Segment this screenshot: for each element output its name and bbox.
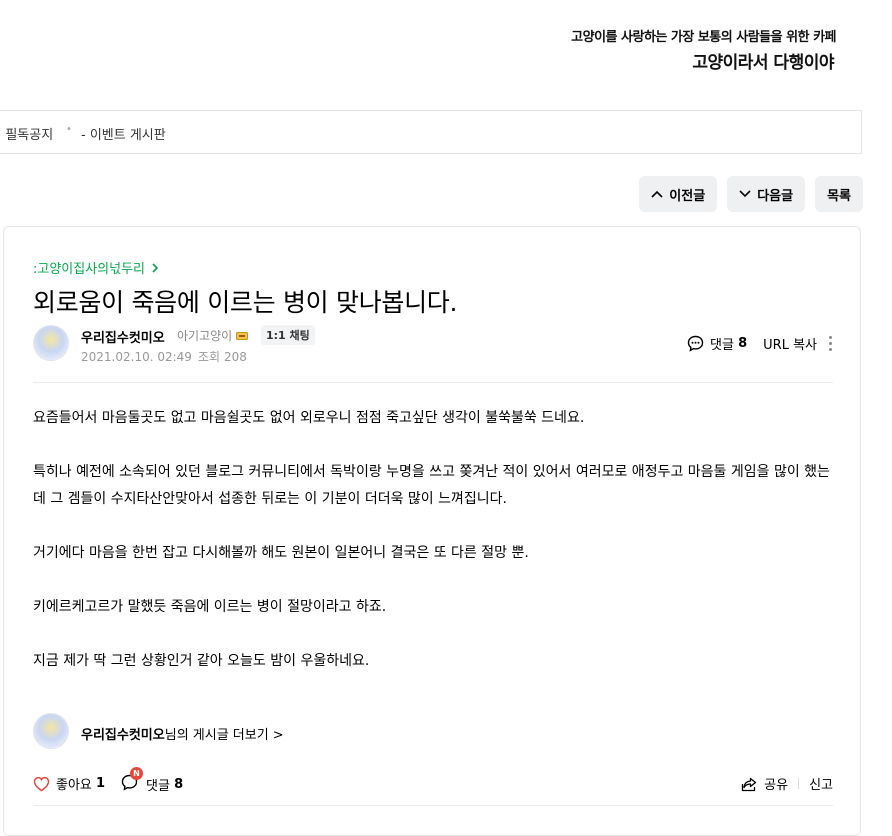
like-count: 1: [96, 776, 106, 791]
body-paragraph: 키에르케고르가 말했듯 죽음에 이르는 병이 절망이라고 하죠.: [33, 599, 387, 615]
board-link[interactable]: :고양이집사의넋두리: [33, 258, 159, 277]
body-paragraph: 특히나 예전에 소속되어 있던 블로그 커뮤니티에서 독박이랑 누명을 쓰고 쫒…: [33, 464, 830, 507]
cafe-name: 고양이라서 다행이야: [692, 53, 834, 73]
like-label: 좋아요: [56, 778, 92, 793]
article-body: 요즘들어서 마음둘곳도 없고 마음쉴곳도 없어 외로우니 점점 죽고싶단 생각이…: [33, 405, 833, 702]
comment-link[interactable]: 댓글 8: [687, 334, 747, 353]
board-name: :고양이집사의넋두리: [33, 262, 146, 277]
author-grade-label: 아기고양이: [177, 329, 233, 343]
author-avatar-small[interactable]: [33, 713, 69, 749]
article-tools: 댓글 8 URL 복사: [687, 334, 832, 353]
share-icon: [742, 777, 757, 791]
share-label: 공유: [764, 778, 789, 793]
chat-button[interactable]: 1:1 채팅: [261, 325, 315, 345]
more-posts-author: 우리집수컷미오: [81, 728, 165, 743]
chevron-up-icon: [651, 190, 663, 198]
next-post-label: 다음글: [757, 188, 794, 204]
article-meta: 2021.02.10. 02:49 조회 208: [81, 348, 253, 365]
grade-badge-icon: [236, 332, 249, 340]
article-action-bar: 좋아요 1 N 댓글 8 공유 신고: [33, 767, 833, 800]
chevron-right-icon: [152, 263, 159, 273]
article-card: :고양이집사의넋두리 외로움이 죽음에 이르는 병이 맞나봅니다. 우리집수컷미…: [3, 226, 861, 836]
author-name[interactable]: 우리집수컷미오: [81, 327, 165, 346]
list-label: 목록: [827, 188, 851, 204]
comment-label: 댓글: [710, 338, 734, 353]
more-posts-suffix: 님의 게시글 더보기 >: [164, 728, 284, 743]
body-paragraph: 거기에다 마음을 한번 잡고 다시해볼까 해도 원본이 일본어니 결국은 또 다…: [33, 545, 529, 561]
notice-link[interactable]: ! 필독공지: [0, 124, 53, 143]
comment-button[interactable]: N 댓글 8: [121, 767, 184, 795]
comment-count: 8: [738, 336, 748, 351]
like-button[interactable]: 좋아요 1: [33, 774, 105, 793]
next-post-button[interactable]: 다음글: [727, 176, 806, 212]
comment-count: 8: [174, 777, 184, 792]
more-options-icon[interactable]: [829, 336, 832, 351]
comment-label: 댓글: [146, 779, 170, 794]
heart-icon: [33, 776, 50, 791]
list-button[interactable]: 목록: [815, 176, 863, 212]
cafe-tagline: 고양이를 사랑하는 가장 보통의 사람들을 위한 카페: [571, 30, 836, 45]
views-label: 조회: [197, 350, 221, 364]
post-nav: 이전글 다음글 목록: [639, 176, 863, 212]
more-posts-link[interactable]: 우리집수컷미오님의 게시글 더보기 >: [81, 724, 284, 743]
menu-separator: •: [66, 124, 72, 135]
chevron-down-icon: [739, 190, 751, 198]
share-report-group: 공유 신고: [741, 774, 833, 793]
notice-bar: ! 필독공지 • - 이벤트 게시판: [0, 110, 862, 154]
new-badge: N: [130, 767, 143, 780]
views-count: 208: [224, 350, 247, 364]
cafe-banner[interactable]: 고양이를 사랑하는 가장 보통의 사람들을 위한 카페 고양이라서 다행이야: [0, 0, 892, 108]
article-title: 외로움이 죽음에 이르는 병이 맞나봅니다.: [33, 288, 458, 317]
body-paragraph: 지금 제가 딱 그런 상황인거 같아 오늘도 밤이 우울하네요.: [33, 653, 370, 669]
comment-icon: [687, 335, 704, 352]
author-grade: 아기고양이: [177, 327, 249, 344]
comment-icon-wrap: N: [121, 767, 143, 795]
author-avatar[interactable]: [33, 325, 69, 361]
footer-divider: [33, 805, 833, 806]
report-button[interactable]: 신고: [809, 774, 833, 793]
article-date: 2021.02.10. 02:49: [81, 350, 192, 364]
prev-post-label: 이전글: [669, 188, 706, 204]
body-paragraph: 요즘들어서 마음둘곳도 없고 마음쉴곳도 없어 외로우니 점점 죽고싶단 생각이…: [33, 410, 585, 426]
header-divider: [33, 382, 833, 383]
prev-post-button[interactable]: 이전글: [639, 176, 718, 212]
event-board-link[interactable]: - 이벤트 게시판: [81, 124, 166, 143]
url-copy-button[interactable]: URL 복사: [763, 334, 817, 353]
share-button[interactable]: 공유: [741, 774, 788, 793]
action-separator: [798, 778, 800, 789]
